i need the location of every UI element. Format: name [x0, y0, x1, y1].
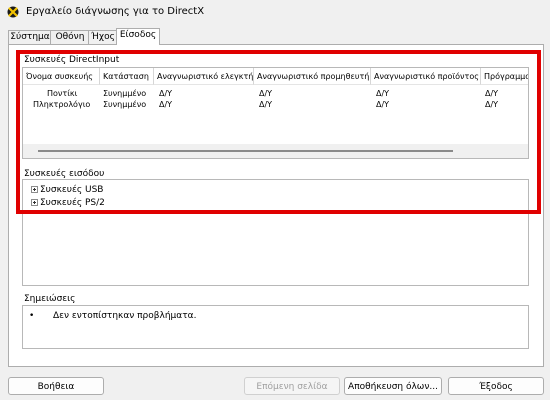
expand-plus-icon[interactable] — [31, 199, 38, 206]
table-cell-vendor-id: Δ/Υ — [259, 100, 273, 109]
title-bar: Εργαλείο διάγνωσης για το DirectX — [0, 0, 550, 24]
table-cell-device-name[interactable]: Ποντίκι — [47, 89, 77, 98]
tab-input[interactable]: Είσοδος — [116, 28, 160, 45]
table-cell-driver: Δ/Υ — [485, 89, 499, 98]
column-header-product-id[interactable]: Αναγνωριστικό προϊόντος — [371, 68, 481, 85]
note-text: Δεν εντοπίστηκαν προβλήματα. — [53, 311, 197, 321]
table-cell-device-name[interactable]: Πληκτρολόγιο — [33, 100, 90, 109]
tree-item-usb-devices[interactable]: Συσκευές USB — [31, 185, 103, 195]
exit-button[interactable]: Έξοδος — [448, 377, 544, 395]
bullet-icon: • — [29, 311, 35, 321]
column-header-vendor-id[interactable]: Αναγνωριστικό προμηθευτή — [254, 68, 371, 85]
table-cell-driver: Δ/Υ — [485, 100, 499, 109]
save-all-button[interactable]: Αποθήκευση όλων... — [344, 377, 442, 395]
scrollbar-thumb[interactable] — [38, 150, 453, 152]
tab-display[interactable]: Οθόνη — [50, 30, 90, 44]
notes-label: Σημειώσεις — [24, 294, 76, 304]
tree-item-label: Συσκευές USB — [40, 185, 104, 195]
directinput-devices-label: Συσκευές DirectInput — [24, 55, 120, 65]
tab-system[interactable]: Σύστημα — [8, 30, 52, 44]
table-cell-vendor-id: Δ/Υ — [259, 89, 273, 98]
notes-box: • Δεν εντοπίστηκαν προβλήματα. — [22, 305, 529, 349]
table-cell-controller-id: Δ/Υ — [159, 89, 173, 98]
column-header-controller-id[interactable]: Αναγνωριστικό ελεγκτή — [154, 68, 254, 85]
column-header-device-name[interactable]: Όνομα συσκευής — [23, 68, 100, 85]
column-header-status[interactable]: Κατάσταση — [100, 68, 154, 85]
help-button[interactable]: Βοήθεια — [8, 377, 104, 395]
expand-plus-icon[interactable] — [31, 186, 38, 193]
tree-item-label: Συσκευές PS/2 — [40, 198, 105, 208]
next-page-button: Επόμενη σελίδα — [244, 377, 340, 395]
table-cell-product-id: Δ/Υ — [376, 89, 390, 98]
horizontal-scrollbar[interactable] — [23, 144, 528, 158]
directx-app-icon — [7, 6, 19, 18]
directinput-devices-list[interactable]: Όνομα συσκευής Κατάσταση Αναγνωριστικό ε… — [22, 67, 529, 159]
tab-sound[interactable]: Ήχος — [88, 30, 118, 44]
table-cell-controller-id: Δ/Υ — [159, 100, 173, 109]
table-cell-product-id: Δ/Υ — [376, 100, 390, 109]
divider — [23, 212, 528, 213]
tree-item-ps2-devices[interactable]: Συσκευές PS/2 — [31, 198, 105, 208]
input-devices-label: Συσκευές εισόδου — [24, 169, 105, 179]
input-devices-tree[interactable]: Συσκευές USB Συσκευές PS/2 — [22, 179, 529, 286]
table-cell-status: Συνημμένο — [103, 89, 147, 98]
column-header-driver[interactable]: Πρόγραμμα — [481, 68, 528, 85]
table-cell-status: Συνημμένο — [103, 100, 147, 109]
window-title: Εργαλείο διάγνωσης για το DirectX — [26, 6, 205, 17]
